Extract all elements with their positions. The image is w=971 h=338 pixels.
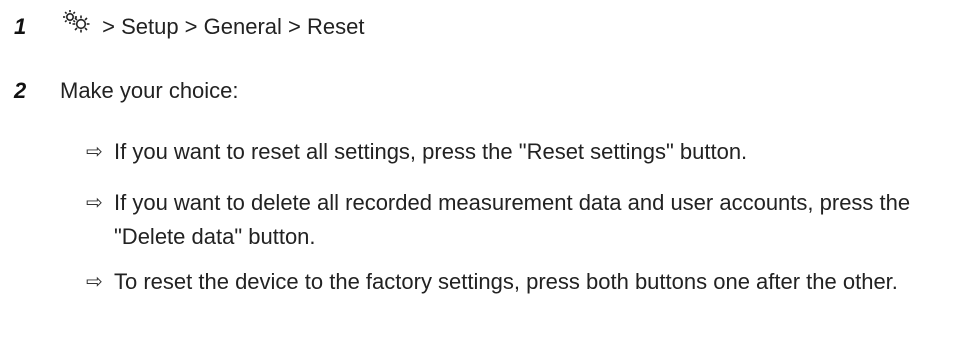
result-text: If you want to reset all settings, press… — [114, 139, 748, 164]
step-number: 1 — [14, 14, 27, 39]
instruction-page: 1 > Setup > General > Reset 2 Make your … — [0, 0, 971, 338]
result-text: If you want to delete all recorded measu… — [114, 190, 911, 249]
result-arrow-icon: ⇨ — [86, 141, 103, 163]
step-text: Make your choice: — [60, 78, 239, 103]
step-2: 2 Make your choice: — [14, 76, 239, 106]
step-1: 1 > Setup > General > Reset — [14, 10, 365, 42]
gear-icon — [63, 10, 90, 33]
result-item: ⇨ To reset the device to the factory set… — [86, 265, 956, 299]
result-item: ⇨ If you want to reset all settings, pre… — [86, 135, 956, 169]
result-arrow-icon: ⇨ — [86, 271, 103, 293]
result-arrow-icon: ⇨ — [86, 192, 103, 214]
step-number: 2 — [14, 78, 27, 103]
menu-path-text: > Setup > General > Reset — [96, 14, 365, 39]
result-item: ⇨ If you want to delete all recorded mea… — [86, 186, 956, 254]
step-path: > Setup > General > Reset — [60, 10, 365, 42]
result-text: To reset the device to the factory setti… — [114, 269, 898, 294]
